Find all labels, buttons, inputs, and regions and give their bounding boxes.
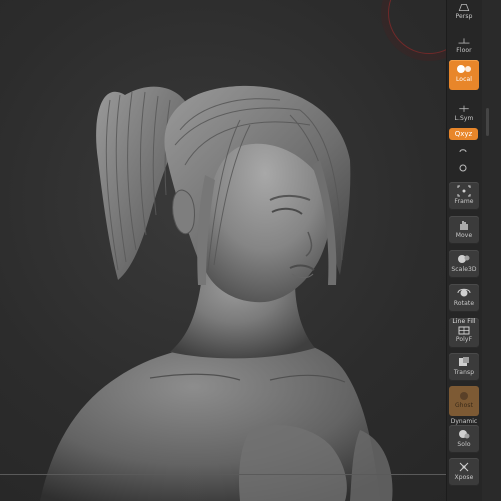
shelf-edge: [482, 0, 501, 501]
shelf-scrollbar[interactable]: [486, 108, 489, 136]
xpose-label: Xpose: [454, 474, 474, 481]
lsym-label: L.Sym: [454, 115, 474, 122]
ghost-icon: [460, 392, 468, 400]
scale-label: Scale3D: [451, 266, 477, 273]
floor-label: Floor: [456, 47, 472, 54]
floor-line: [0, 474, 446, 475]
rotate-label: Rotate: [453, 300, 475, 307]
ghost-button[interactable]: Ghost: [449, 386, 479, 416]
perspective-icon: [458, 3, 470, 12]
dynamic-label: Dynamic: [450, 418, 478, 425]
rotate-icon: [457, 288, 471, 297]
local-transform-icon: [457, 65, 471, 73]
xpose-icon: [459, 462, 469, 472]
lsym-button[interactable]: L.Sym: [449, 102, 479, 122]
transp-button[interactable]: Transp: [449, 353, 479, 381]
local-symmetry-icon: [459, 105, 469, 112]
persp-button[interactable]: Persp: [449, 0, 479, 20]
xyz-toggle[interactable]: Qxyz: [449, 128, 478, 140]
xyz-label: Qxyz: [454, 130, 473, 138]
z-rotate-icon[interactable]: [458, 163, 468, 172]
rotate-button[interactable]: Rotate: [449, 284, 479, 312]
y-rotate-icon[interactable]: [458, 147, 468, 156]
frame-icon: [457, 185, 471, 197]
scale-button[interactable]: Scale3D: [449, 250, 479, 278]
move-label: Move: [455, 232, 473, 239]
persp-label: Persp: [455, 13, 473, 20]
solo-label: Solo: [457, 441, 471, 448]
sculpt-model-render: [40, 85, 393, 501]
scale-icon: [458, 255, 470, 263]
canvas-viewport[interactable]: [0, 0, 446, 501]
polyframe-icon: [458, 326, 470, 335]
linefill-label: Line Fill: [452, 318, 476, 325]
transp-label: Transp: [453, 369, 475, 376]
move-hand-icon: [460, 221, 468, 230]
move-button[interactable]: Move: [449, 216, 479, 244]
zbrush-workspace: Persp Floor Local L.Sym Qxyz Frame Move …: [0, 0, 501, 501]
local-button[interactable]: Local: [449, 60, 479, 90]
polyf-button[interactable]: Line Fill PolyF: [449, 318, 479, 348]
solo-button[interactable]: Solo: [449, 425, 479, 453]
floor-grid-icon: [458, 38, 470, 44]
frame-label: Frame: [454, 198, 474, 205]
xpose-button[interactable]: Xpose: [449, 458, 479, 486]
frame-button[interactable]: Frame: [449, 182, 479, 210]
transparency-icon: [459, 357, 469, 366]
polyf-label: PolyF: [455, 336, 473, 343]
solo-icon: [459, 430, 470, 439]
floor-button[interactable]: Floor: [449, 34, 479, 54]
ghost-label: Ghost: [454, 402, 474, 409]
local-label: Local: [455, 76, 473, 83]
